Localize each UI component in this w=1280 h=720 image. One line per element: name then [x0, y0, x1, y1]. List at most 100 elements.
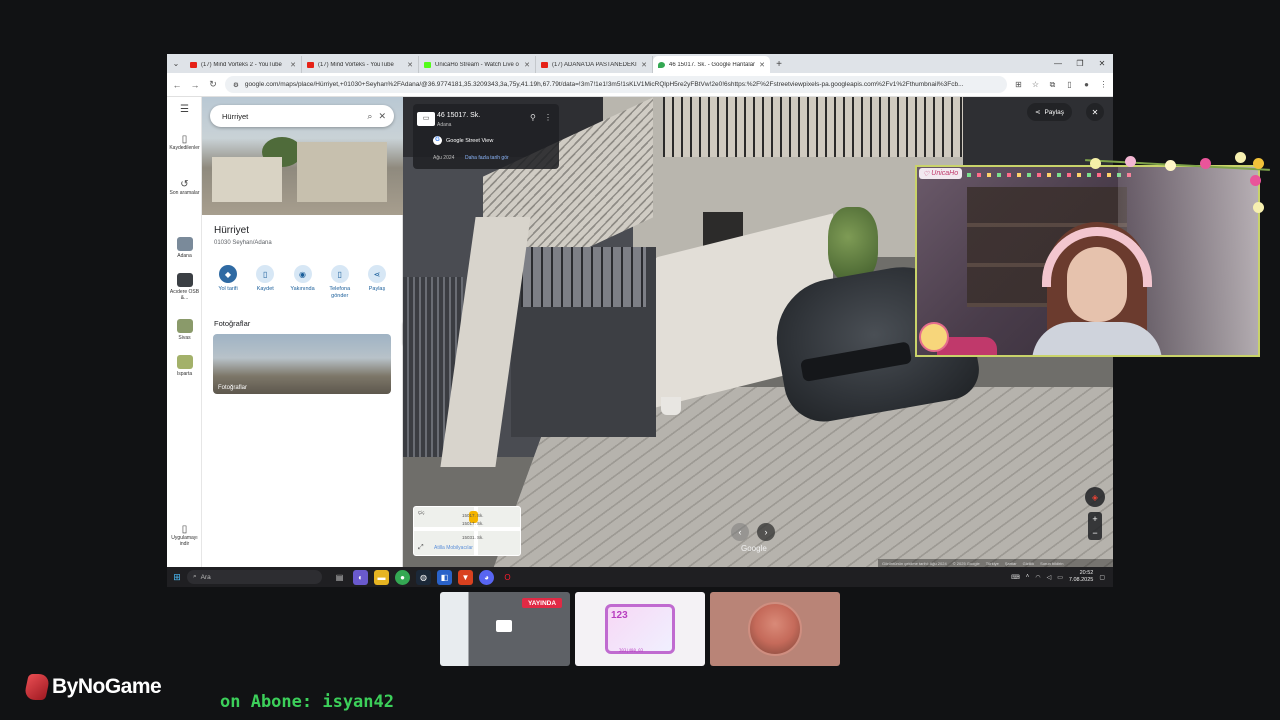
footer-terms[interactable]: Şartlar	[1005, 561, 1017, 566]
file-explorer-icon[interactable]: ▬	[374, 569, 389, 585]
share-button[interactable]: ⋖ Paylaş	[1027, 103, 1072, 121]
taskbar-search[interactable]: ⌕ Ara	[187, 570, 322, 584]
bookmark-star-icon[interactable]: ☆	[1030, 80, 1041, 89]
tab-youtube-2[interactable]: (17) Mind Vorteks - YouTube ✕	[302, 56, 419, 73]
discord-icon[interactable]: ◕	[479, 569, 494, 585]
close-tab-icon[interactable]: ✕	[407, 61, 413, 69]
new-tab-button[interactable]: +	[770, 56, 788, 73]
tray-overflow-icon[interactable]: ˄	[1026, 574, 1030, 580]
extensions-icon[interactable]: ⧉	[1047, 80, 1058, 90]
close-tab-icon[interactable]: ✕	[759, 61, 765, 69]
scene-preview-avatar[interactable]	[710, 592, 840, 666]
taskbar-clock[interactable]: 20:52 7.08.2025	[1069, 570, 1093, 584]
streamer-shirt	[1032, 322, 1162, 355]
get-app-button[interactable]: ▯ Uygulamayı indir	[167, 525, 202, 548]
close-tab-icon[interactable]: ✕	[524, 61, 530, 69]
place-thumbnail	[176, 355, 193, 369]
street-view-footer: Görüntünün çekilme tarihi: Ağu 2024 © 20…	[878, 559, 1113, 567]
keyboard-icon[interactable]: ⌨	[1011, 574, 1020, 581]
gamesir-icon[interactable]: ◧	[437, 569, 452, 585]
recent-place-acidere[interactable]: Acıdere OSB &...	[167, 273, 202, 301]
clear-search-icon[interactable]: ✕	[378, 111, 386, 122]
zoom-in-icon[interactable]: +	[1092, 514, 1097, 524]
zoom-out-icon[interactable]: −	[1092, 528, 1097, 538]
maximize-icon[interactable]: ❐	[1069, 54, 1091, 73]
minimap-label: 15031. Sk.	[462, 535, 484, 540]
bynogame-logo-icon	[23, 674, 51, 700]
tab-youtube-1[interactable]: (17) Mind Vorteks 2 - YouTube ✕	[185, 56, 302, 73]
steam-icon[interactable]: ◍	[416, 569, 431, 585]
search-input[interactable]: Hürriyet	[222, 112, 361, 121]
tab-youtube-3[interactable]: (17) ADANA'DA PASTANEDEKİ ✕	[536, 56, 653, 73]
scene-preview-live[interactable]: YAYINDA	[440, 592, 570, 666]
recent-button[interactable]: ↺ Son aramalar	[167, 180, 202, 197]
battery-icon[interactable]: ▭	[1057, 574, 1063, 581]
footer-region[interactable]: Türkiye	[986, 561, 999, 566]
tab-kick-stream[interactable]: UnicaHo Stream - Watch Live o ✕	[419, 56, 536, 73]
profile-icon[interactable]: ●	[1081, 80, 1092, 89]
close-street-view-button[interactable]: ✕	[1086, 103, 1104, 121]
tab-title: UnicaHo Stream - Watch Live o	[435, 61, 519, 68]
more-dates-link[interactable]: Daha fazla tarih gör	[465, 155, 509, 161]
search-box[interactable]: Hürriyet ⌕ ✕	[210, 105, 394, 127]
back-to-map-button[interactable]: ▭	[417, 112, 435, 126]
close-window-icon[interactable]: ✕	[1091, 54, 1113, 73]
sidebar-icon[interactable]: ▯	[1064, 80, 1075, 89]
compass-icon[interactable]: ◈	[1085, 487, 1105, 507]
url-input[interactable]: ⚙ google.com/maps/place/Hürriyet,+01030+…	[225, 76, 1007, 93]
windows-start-icon[interactable]: ⊞	[167, 572, 187, 583]
photos-card[interactable]: Fotoğraflar	[213, 334, 391, 394]
expand-map-icon[interactable]: ⤢	[418, 544, 424, 552]
copilot-icon[interactable]: ◐	[353, 569, 368, 585]
opera-icon[interactable]: O	[500, 570, 515, 585]
streamer-name-tag: ♡ UnicaHo	[919, 168, 963, 179]
scene-preview-art[interactable]: 123 203|400_03	[575, 592, 705, 666]
mini-map[interactable]: Çiç 15017. Sk. 15017. Sk. 15031. Sk. ⤢ A…	[413, 506, 521, 556]
live-badge: YAYINDA	[522, 598, 563, 608]
footer-privacy[interactable]: Gizlilik	[1023, 561, 1035, 566]
search-icon[interactable]: ⌕	[367, 111, 372, 122]
forward-arrow-icon[interactable]: →	[189, 80, 201, 90]
nav-right-arrow-icon[interactable]: ›	[757, 523, 775, 541]
close-tab-icon[interactable]: ✕	[641, 61, 647, 69]
street-view-info-card: ▭ 46 15017. Sk. Adana ⚲ ⋮ G Google Stree…	[413, 104, 559, 169]
recent-place-adana[interactable]: Adana	[167, 237, 202, 259]
share-button[interactable]: ⋖ Paylaş	[359, 265, 395, 300]
translate-icon[interactable]: ⊞	[1013, 80, 1024, 89]
reload-icon[interactable]: ↻	[207, 79, 219, 90]
recent-place-sivas[interactable]: Sivas	[167, 319, 202, 341]
tab-google-maps[interactable]: 46 15017. Sk. - Google Haritalar ✕	[653, 56, 770, 73]
tab-search-chevron-icon[interactable]: ⌄	[167, 54, 185, 73]
nearby-button[interactable]: ◉ Yakınında	[285, 265, 321, 300]
wifi-icon[interactable]: ◠	[1035, 574, 1040, 581]
place-actions: ◆ Yol tarifi ▯ Kaydet ◉ Yakınında ▯ Tele…	[210, 265, 395, 300]
sponsor-name: ByNoGame	[52, 675, 162, 698]
youtube-icon	[307, 61, 314, 68]
clock-date: 7.08.2025	[1068, 577, 1094, 583]
action-label: Yol tarifi	[218, 286, 238, 292]
saved-button[interactable]: ▯ Kaydedilenler	[167, 135, 202, 152]
chrome-icon[interactable]: ●	[395, 569, 410, 585]
close-tab-icon[interactable]: ✕	[290, 61, 296, 69]
site-info-icon[interactable]: ⚙	[233, 81, 239, 89]
task-view-icon[interactable]: ▤	[332, 570, 347, 585]
recent-place-isparta[interactable]: Isparta	[167, 355, 202, 377]
save-button[interactable]: ▯ Kaydet	[247, 265, 283, 300]
footer-report[interactable]: Sorun bildirin	[1040, 561, 1063, 566]
location-pin-icon[interactable]: ⚲	[530, 113, 536, 122]
nav-left-arrow-icon[interactable]: ‹	[731, 523, 749, 541]
back-arrow-icon[interactable]: ←	[171, 80, 183, 90]
notifications-icon[interactable]: ▢	[1099, 574, 1105, 581]
footer-copyright: © 2025 Google	[952, 560, 980, 566]
menu-kebab-icon[interactable]: ⋮	[1098, 80, 1109, 89]
directions-button[interactable]: ◆ Yol tarifi	[210, 265, 246, 300]
street-nav-arrows: ‹ ›	[731, 523, 775, 541]
more-options-icon[interactable]: ⋮	[544, 113, 552, 122]
tab-title: (17) Mind Vorteks 2 - YouTube	[201, 61, 282, 68]
send-to-phone-button[interactable]: ▯ Telefona gönder	[322, 265, 358, 300]
minimize-icon[interactable]: —	[1047, 54, 1069, 73]
volume-icon[interactable]: ◁	[1047, 574, 1052, 581]
menu-button[interactable]: ☰	[167, 105, 202, 115]
taskbar-apps: ▤ ◐ ▬ ● ◍ ◧ ▼ ◕ O	[332, 569, 515, 585]
brave-icon[interactable]: ▼	[458, 569, 473, 585]
